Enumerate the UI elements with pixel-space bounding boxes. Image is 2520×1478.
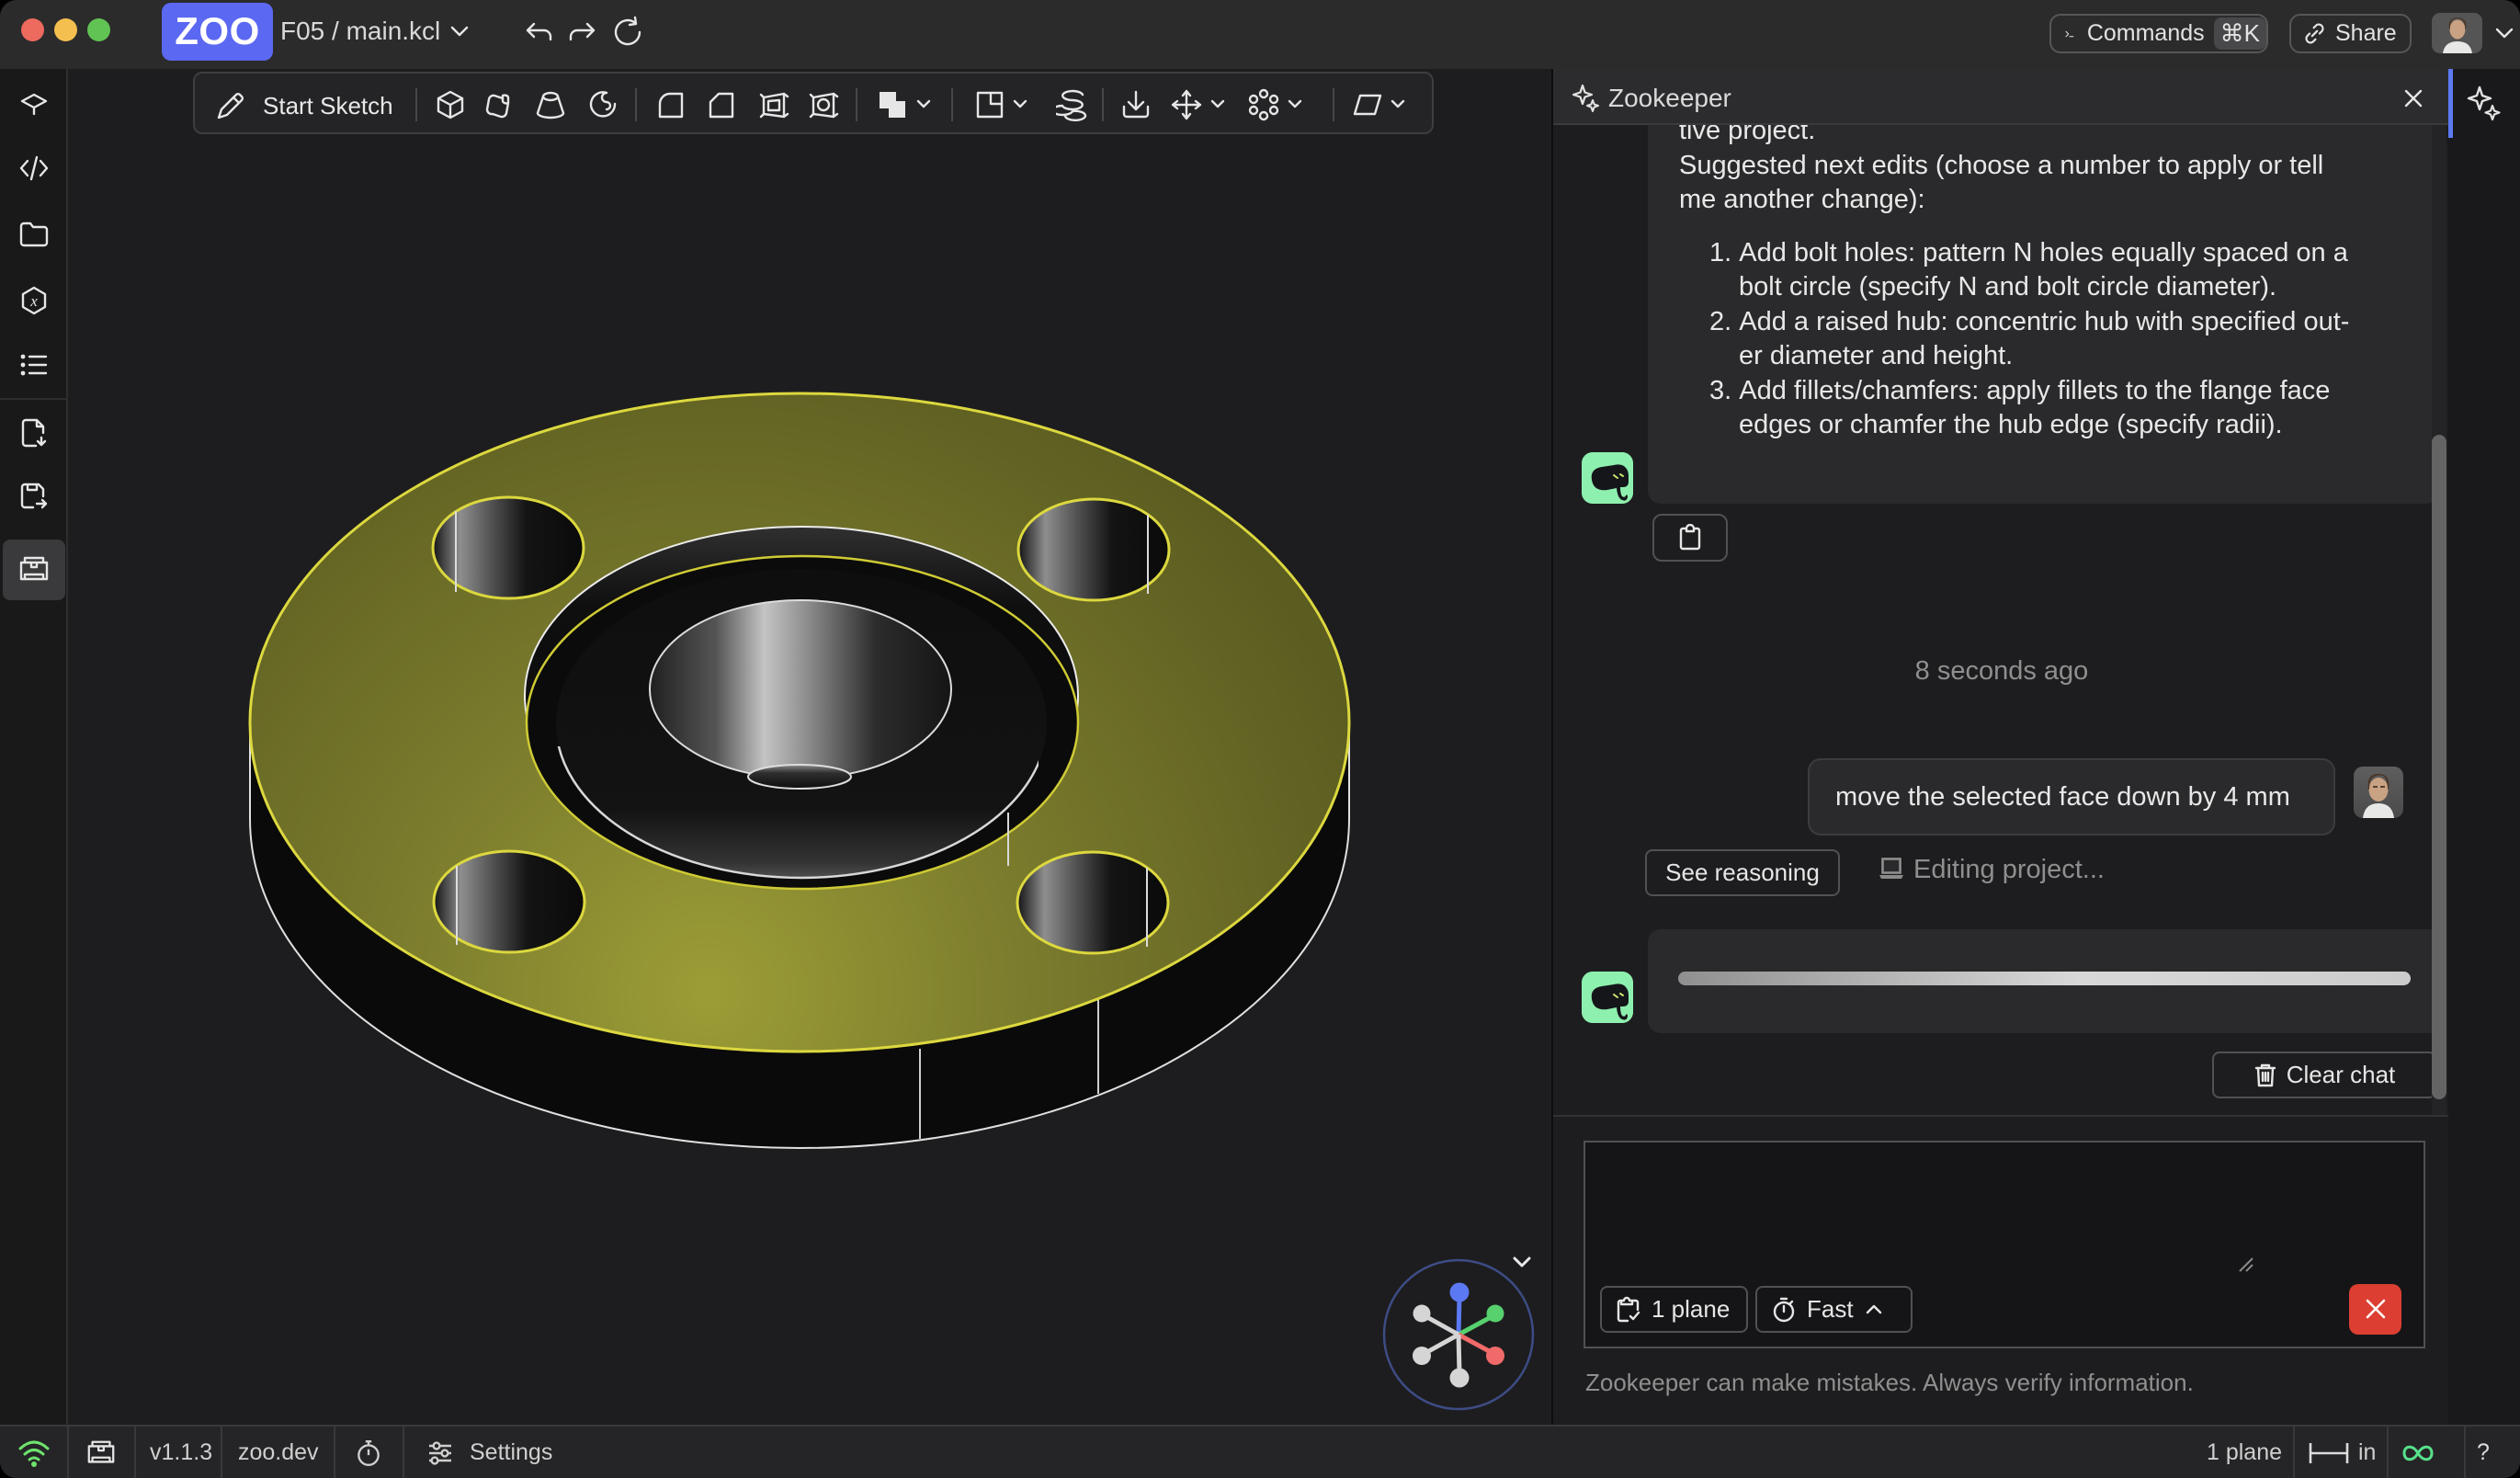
svg-text:x: x (29, 292, 38, 310)
